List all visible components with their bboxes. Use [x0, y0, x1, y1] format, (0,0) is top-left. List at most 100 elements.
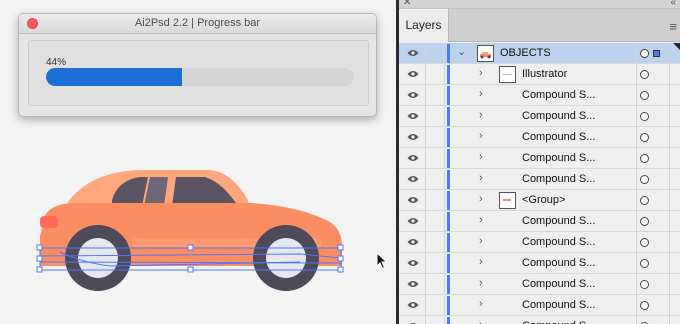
- layer-row[interactable]: ⌄ OBJECTS: [399, 43, 680, 64]
- target-circle-icon[interactable]: [640, 175, 649, 184]
- layer-name: Compound S...: [522, 152, 596, 164]
- chevron-right-icon[interactable]: ›: [479, 214, 489, 226]
- lock-toggle[interactable]: [426, 232, 445, 253]
- chevron-down-icon[interactable]: ⌄: [457, 46, 467, 58]
- panel-menu-icon[interactable]: ≡: [669, 19, 677, 34]
- column-divider: [669, 169, 670, 190]
- chevron-right-icon[interactable]: ›: [479, 235, 489, 247]
- collapse-icon[interactable]: «: [670, 0, 676, 9]
- target-circle-icon[interactable]: [640, 70, 649, 79]
- column-divider: [636, 148, 637, 169]
- visibility-eye-icon[interactable]: [399, 85, 426, 106]
- lock-toggle[interactable]: [426, 190, 445, 211]
- visibility-eye-icon[interactable]: [399, 148, 426, 169]
- lock-toggle[interactable]: [426, 211, 445, 232]
- chevron-right-icon[interactable]: ›: [479, 151, 489, 163]
- target-circle-icon[interactable]: [640, 217, 649, 226]
- column-divider: [669, 190, 670, 211]
- lock-toggle[interactable]: [426, 169, 445, 190]
- visibility-eye-icon[interactable]: [399, 211, 426, 232]
- chevron-right-icon[interactable]: ›: [479, 88, 489, 100]
- layer-name: Compound S...: [522, 110, 596, 122]
- target-circle-icon[interactable]: [640, 301, 649, 310]
- layer-color-swatch: [447, 233, 450, 252]
- column-divider: [669, 274, 670, 295]
- chevron-right-icon[interactable]: ›: [479, 319, 489, 324]
- lock-toggle[interactable]: [426, 295, 445, 316]
- visibility-eye-icon[interactable]: [399, 64, 426, 85]
- close-icon[interactable]: ✕: [403, 0, 411, 9]
- visibility-eye-icon[interactable]: [399, 169, 426, 190]
- layer-row[interactable]: › Compound S...: [399, 169, 680, 190]
- mouse-cursor-icon: [376, 252, 388, 270]
- layer-row[interactable]: › Illustrator: [399, 64, 680, 85]
- layer-color-swatch: [447, 296, 450, 315]
- column-divider: [669, 232, 670, 253]
- layer-row[interactable]: › Compound S...: [399, 127, 680, 148]
- lock-toggle[interactable]: [426, 85, 445, 106]
- visibility-eye-icon[interactable]: [399, 253, 426, 274]
- target-circle-icon[interactable]: [640, 91, 649, 100]
- target-circle-icon[interactable]: [640, 196, 649, 205]
- lock-toggle[interactable]: [426, 274, 445, 295]
- visibility-eye-icon[interactable]: [399, 232, 426, 253]
- layer-row[interactable]: › Compound S...: [399, 232, 680, 253]
- layers-list: ⌄ OBJECTS › Illustrator › Compound S... …: [399, 43, 680, 324]
- tab-layers[interactable]: Layers: [399, 9, 449, 42]
- chevron-right-icon[interactable]: ›: [479, 193, 489, 205]
- column-divider: [636, 232, 637, 253]
- lock-toggle[interactable]: [426, 64, 445, 85]
- column-divider: [669, 253, 670, 274]
- lock-toggle[interactable]: [426, 127, 445, 148]
- layer-row[interactable]: › Compound S...: [399, 148, 680, 169]
- layer-row[interactable]: › <Group>: [399, 190, 680, 211]
- selected-art-indicator[interactable]: [653, 50, 660, 57]
- target-circle-icon[interactable]: [640, 133, 649, 142]
- target-circle-icon[interactable]: [640, 112, 649, 121]
- column-divider: [636, 85, 637, 106]
- text-thumb-icon: [499, 66, 516, 83]
- chevron-right-icon[interactable]: ›: [479, 172, 489, 184]
- layer-row[interactable]: › Compound S...: [399, 316, 680, 324]
- layer-row[interactable]: › Compound S...: [399, 253, 680, 274]
- visibility-eye-icon[interactable]: [399, 190, 426, 211]
- target-circle-icon[interactable]: [640, 49, 649, 58]
- lock-toggle[interactable]: [426, 253, 445, 274]
- car-thumb-icon: [477, 45, 494, 62]
- chevron-right-icon[interactable]: ›: [479, 277, 489, 289]
- chevron-right-icon[interactable]: ›: [479, 109, 489, 121]
- layer-row[interactable]: › Compound S...: [399, 211, 680, 232]
- visibility-eye-icon[interactable]: [399, 43, 426, 64]
- chevron-right-icon[interactable]: ›: [479, 130, 489, 142]
- lock-toggle[interactable]: [426, 43, 445, 64]
- lock-toggle[interactable]: [426, 316, 445, 324]
- layer-name: Compound S...: [522, 131, 596, 143]
- corner-marker: [673, 43, 680, 50]
- layer-color-swatch: [447, 65, 450, 84]
- layer-name: Compound S...: [522, 320, 595, 324]
- layer-name: Illustrator: [522, 68, 568, 80]
- column-divider: [669, 106, 670, 127]
- target-circle-icon[interactable]: [640, 238, 649, 247]
- layer-row[interactable]: › Compound S...: [399, 85, 680, 106]
- visibility-eye-icon[interactable]: [399, 274, 426, 295]
- visibility-eye-icon[interactable]: [399, 316, 426, 324]
- visibility-eye-icon[interactable]: [399, 295, 426, 316]
- visibility-eye-icon[interactable]: [399, 127, 426, 148]
- chevron-right-icon[interactable]: ›: [479, 298, 489, 310]
- layer-color-swatch: [447, 191, 450, 210]
- layer-row[interactable]: › Compound S...: [399, 106, 680, 127]
- visibility-eye-icon[interactable]: [399, 106, 426, 127]
- target-circle-icon[interactable]: [640, 154, 649, 163]
- layer-row[interactable]: › Compound S...: [399, 274, 680, 295]
- chevron-right-icon[interactable]: ›: [479, 67, 489, 79]
- chevron-right-icon[interactable]: ›: [479, 256, 489, 268]
- layer-row[interactable]: › Compound S...: [399, 295, 680, 316]
- target-circle-icon[interactable]: [640, 259, 649, 268]
- lock-toggle[interactable]: [426, 106, 445, 127]
- dialog-titlebar[interactable]: Ai2Psd 2.2 | Progress bar: [19, 14, 376, 34]
- panel-tabbar: Layers ≡: [399, 9, 680, 42]
- target-circle-icon[interactable]: [640, 280, 649, 289]
- layer-color-swatch: [447, 149, 450, 168]
- lock-toggle[interactable]: [426, 148, 445, 169]
